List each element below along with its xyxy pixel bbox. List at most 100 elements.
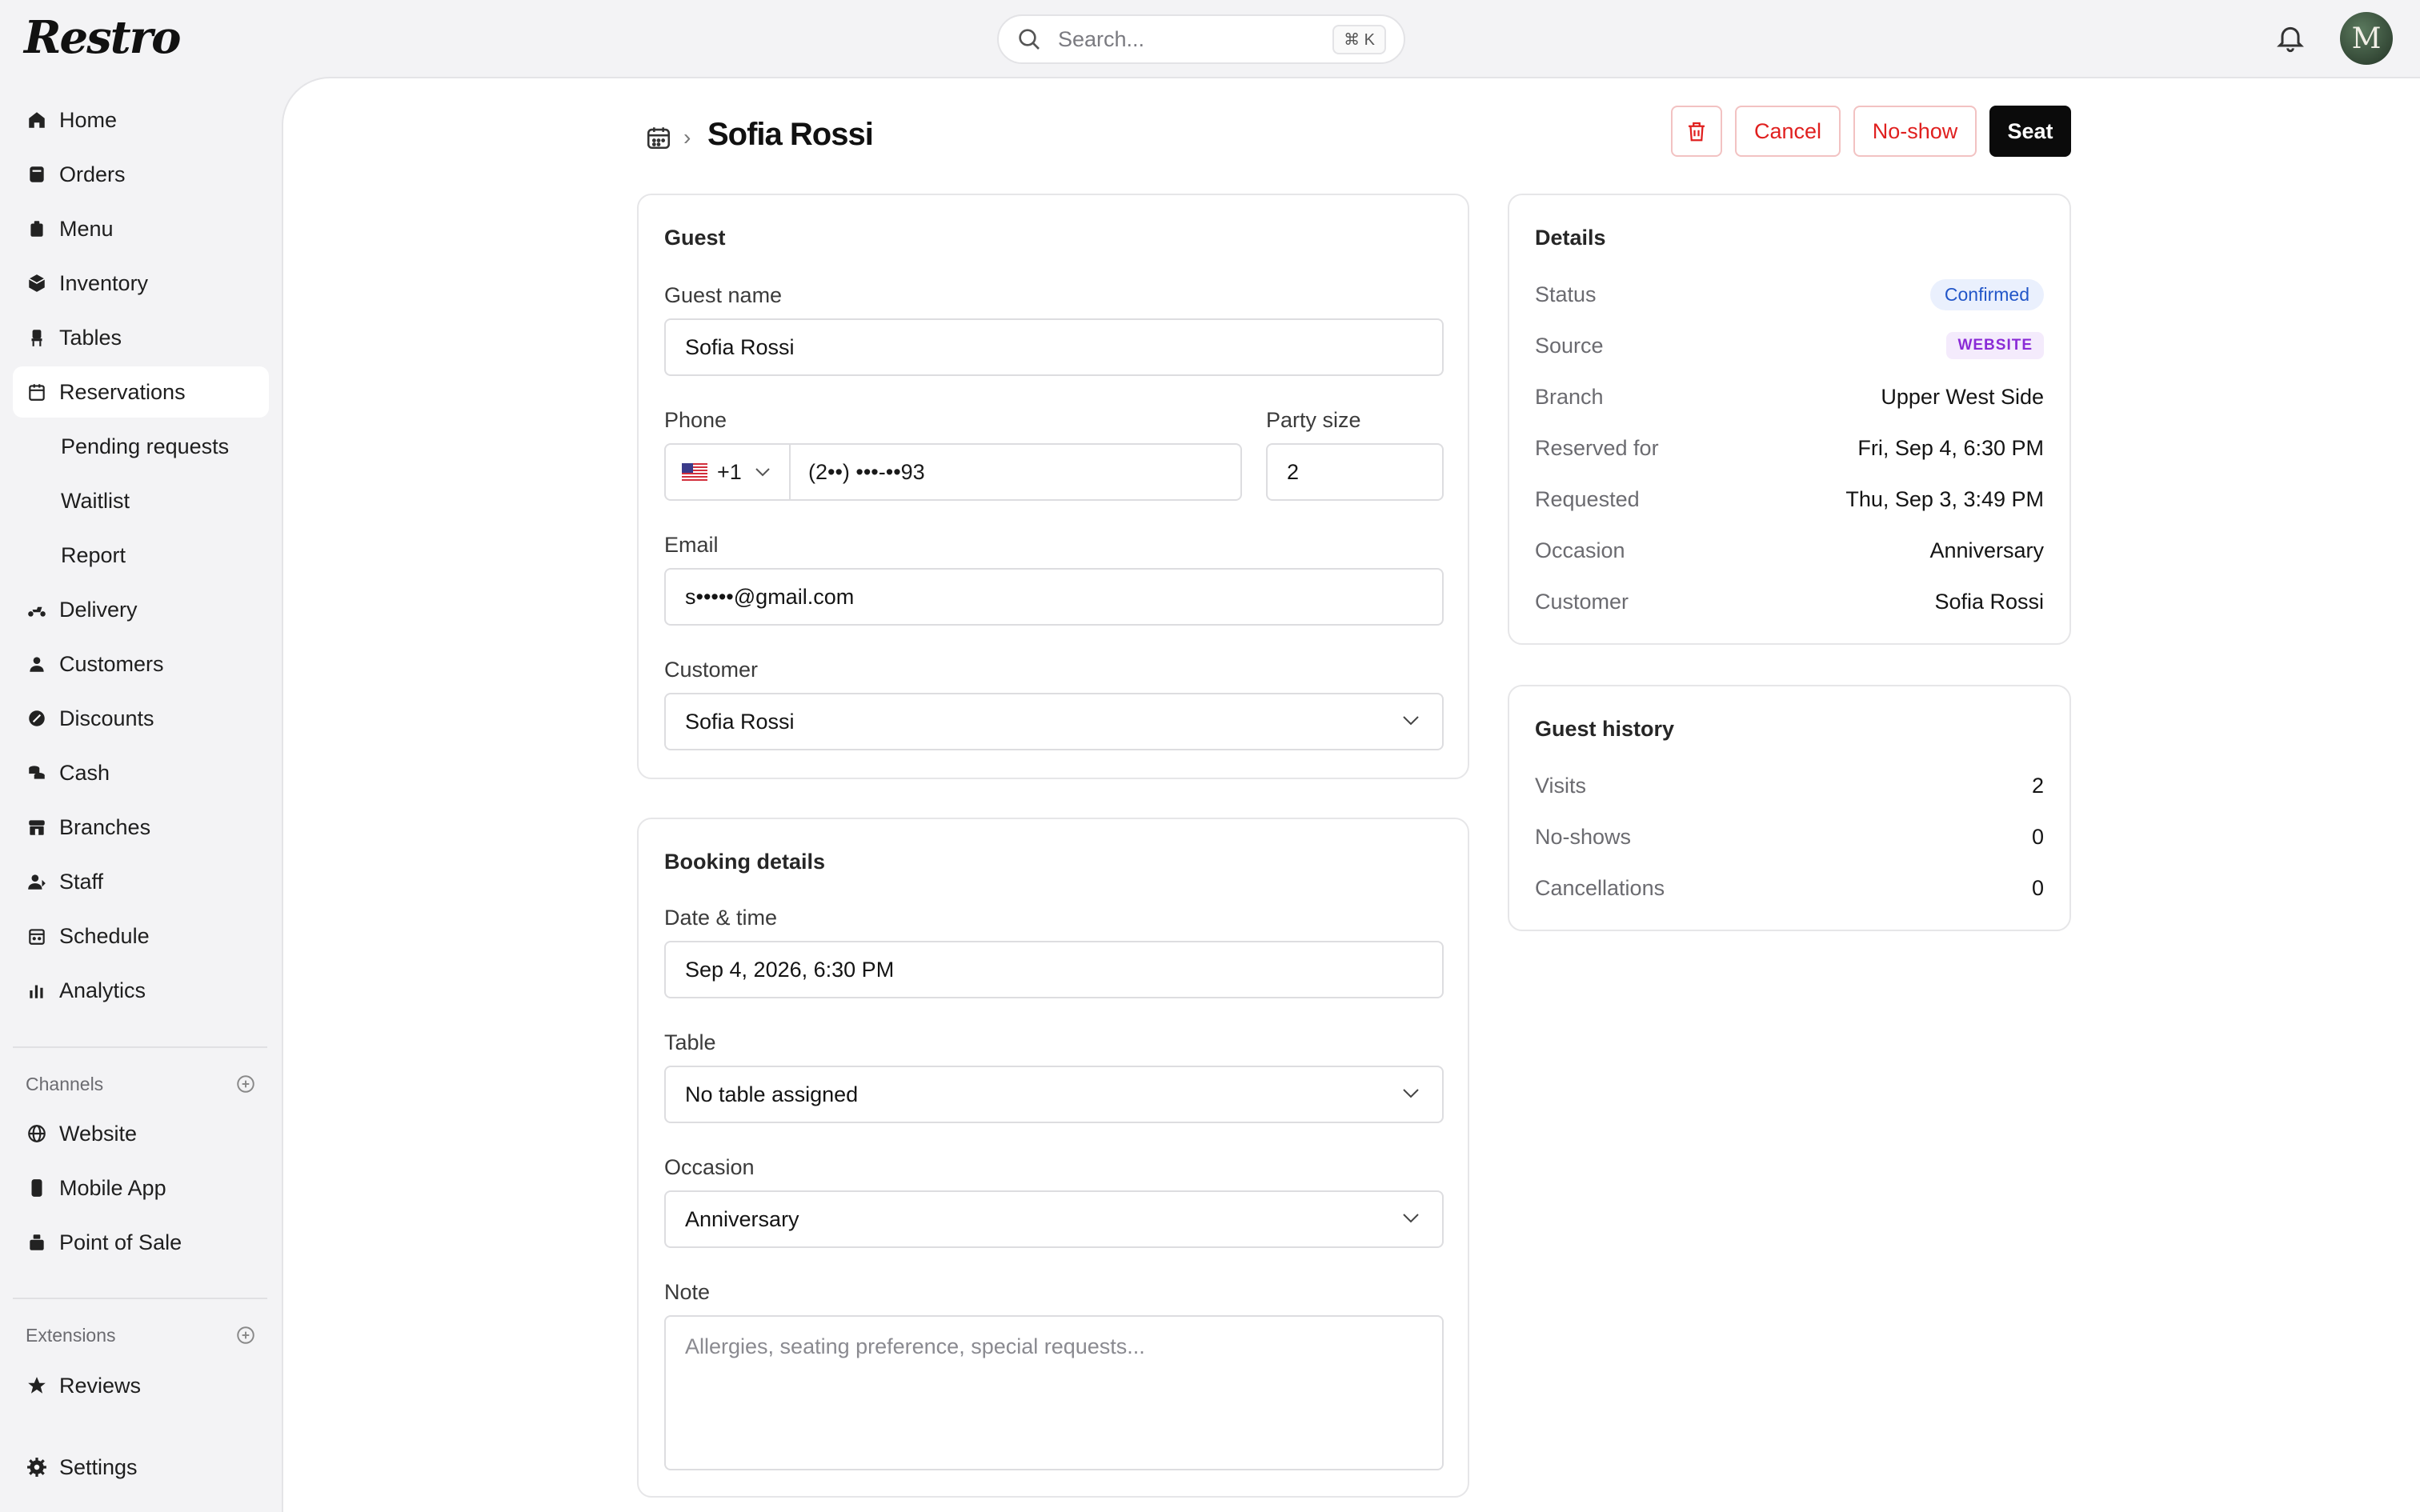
history-row-visits: Visits 2 [1535, 770, 2044, 802]
sidebar-divider [13, 1046, 267, 1048]
sidebar-item-home[interactable]: Home [13, 94, 269, 146]
sidebar-item-label: Schedule [59, 923, 150, 948]
sidebar-item-settings[interactable]: Settings [13, 1442, 269, 1493]
table-select[interactable]: No table assigned [664, 1066, 1444, 1123]
sidebar-item-label: Settings [59, 1454, 138, 1479]
sidebar-item-label: Customers [59, 651, 164, 676]
sidebar-item-analytics[interactable]: Analytics [13, 965, 269, 1016]
guest-card-title: Guest [664, 226, 726, 250]
sidebar-item-menu[interactable]: Menu [13, 203, 269, 254]
note-textarea[interactable]: Allergies, seating preference, special r… [664, 1315, 1444, 1470]
sidebar-item-pending-requests[interactable]: Pending requests [13, 421, 269, 472]
guest-name-input[interactable]: Sofia Rossi [664, 318, 1444, 376]
search-bar[interactable]: Search... ⌘ K [997, 14, 1405, 64]
note-placeholder: Allergies, seating preference, special r… [685, 1334, 1145, 1358]
history-row-cancellations: Cancellations 0 [1535, 872, 2044, 904]
no-show-button[interactable]: No-show [1853, 106, 1977, 157]
seat-button[interactable]: Seat [1989, 106, 2071, 157]
table-value: No table assigned [685, 1082, 859, 1106]
add-channel-icon[interactable] [235, 1074, 256, 1094]
detail-row-status: Status Confirmed [1535, 278, 2044, 310]
party-size-input[interactable]: 2 [1266, 443, 1444, 501]
sidebar-divider [13, 1298, 267, 1299]
phone-value: (2••) •••-••93 [808, 459, 925, 484]
sidebar-item-tables[interactable]: Tables [13, 312, 269, 363]
customer-value: Sofia Rossi [685, 709, 795, 734]
sidebar-item-waitlist[interactable]: Waitlist [13, 475, 269, 526]
analytics-icon [26, 979, 48, 1002]
chair-icon [26, 326, 48, 349]
customer-label: Customer [664, 658, 759, 682]
source-label: Source [1535, 333, 1604, 358]
sidebar-item-schedule[interactable]: Schedule [13, 910, 269, 962]
occasion-value: Anniversary [685, 1206, 799, 1231]
email-input[interactable]: s•••••@gmail.com [664, 568, 1444, 626]
pos-icon [26, 1231, 48, 1254]
details-card-title: Details [1535, 226, 1606, 250]
sidebar-item-cash[interactable]: Cash [13, 747, 269, 798]
calendar-icon [647, 127, 671, 150]
guest-history-card: Guest history Visits 2 No-shows 0 Cancel… [1508, 685, 2071, 931]
sidebar-item-mobile-app[interactable]: Mobile App [13, 1162, 269, 1214]
calendar-icon [26, 381, 48, 403]
delete-button[interactable] [1671, 106, 1722, 157]
reserved-for-label: Reserved for [1535, 435, 1659, 460]
email-label: Email [664, 533, 719, 557]
datetime-input[interactable]: Sep 4, 2026, 6:30 PM [664, 941, 1444, 998]
sidebar-item-report[interactable]: Report [13, 530, 269, 581]
visits-value: 2 [2031, 773, 2044, 798]
sidebar-item-label: Analytics [59, 978, 146, 1002]
staff-icon [26, 870, 48, 893]
sidebar-item-reservations[interactable]: Reservations [13, 366, 269, 418]
app-logo[interactable]: Restro [24, 11, 181, 64]
phone-input[interactable]: (2••) •••-••93 [789, 443, 1242, 501]
sidebar-item-customers[interactable]: Customers [13, 638, 269, 690]
booking-details-card: Booking details Date & time Sep 4, 2026,… [637, 818, 1469, 1498]
extensions-heading: Extensions [26, 1325, 116, 1346]
sidebar-item-staff[interactable]: Staff [13, 856, 269, 907]
branch-label: Branch [1535, 384, 1604, 409]
customer-detail-value: Sofia Rossi [1934, 589, 2044, 614]
avatar[interactable]: M [2340, 12, 2393, 65]
requested-value: Thu, Sep 3, 3:49 PM [1845, 486, 2044, 511]
star-icon [26, 1374, 48, 1397]
trash-icon [1689, 122, 1705, 142]
sidebar-item-branches[interactable]: Branches [13, 802, 269, 853]
status-label: Status [1535, 282, 1597, 306]
occasion-detail-value: Anniversary [1929, 538, 2044, 562]
details-card: Details Status Confirmed Source WEBSITE … [1508, 194, 2071, 645]
add-extension-icon[interactable] [235, 1325, 256, 1346]
chevron-down-icon [1403, 716, 1419, 726]
country-code-select[interactable]: +1 [664, 443, 791, 501]
sidebar-item-label: Pending requests [61, 434, 230, 458]
sidebar-item-reviews[interactable]: Reviews [13, 1360, 269, 1411]
page-title: Sofia Rossi [707, 117, 874, 152]
customer-detail-label: Customer [1535, 589, 1629, 614]
datetime-label: Date & time [664, 906, 778, 930]
table-label: Table [664, 1030, 716, 1054]
occasion-detail-label: Occasion [1535, 538, 1625, 562]
person-icon [26, 653, 48, 675]
sidebar-item-inventory[interactable]: Inventory [13, 258, 269, 309]
sidebar-item-label: Reservations [59, 379, 186, 404]
sidebar-item-website[interactable]: Website [13, 1108, 269, 1159]
phone-label: Phone [664, 408, 727, 432]
bell-icon[interactable] [2274, 21, 2306, 54]
main-content: › Sofia Rossi Cancel No-show Seat Guest … [282, 77, 2420, 1512]
reserved-for-value: Fri, Sep 4, 6:30 PM [1857, 435, 2044, 460]
detail-row-customer: Customer Sofia Rossi [1535, 586, 2044, 618]
sidebar-item-label: Branches [59, 814, 151, 839]
cancel-button[interactable]: Cancel [1735, 106, 1841, 157]
sidebar-item-label: Report [61, 542, 126, 567]
sidebar-item-orders[interactable]: Orders [13, 149, 269, 200]
sidebar-item-label: Home [59, 107, 118, 132]
search-placeholder: Search... [1058, 26, 1145, 51]
sidebar-item-delivery[interactable]: Delivery [13, 584, 269, 635]
customer-select[interactable]: Sofia Rossi [664, 693, 1444, 750]
sidebar-item-point-of-sale[interactable]: Point of Sale [13, 1217, 269, 1268]
occasion-select[interactable]: Anniversary [664, 1190, 1444, 1248]
sidebar-item-discounts[interactable]: Discounts [13, 693, 269, 744]
sidebar-item-label: Point of Sale [59, 1230, 182, 1254]
phone-icon [26, 1177, 48, 1199]
sidebar-item-label: Cash [59, 760, 110, 785]
